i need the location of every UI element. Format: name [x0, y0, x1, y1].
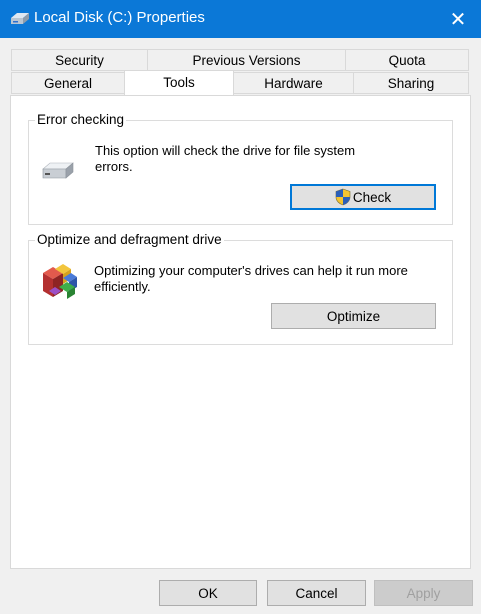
optimize-description: Optimizing your computer's drives can he… [94, 263, 408, 294]
uac-shield-icon [335, 188, 351, 206]
tab-general[interactable]: General [11, 72, 125, 94]
check-button-label: Check [352, 189, 392, 205]
hard-drive-icon [41, 161, 75, 184]
error-checking-description: This option will check the drive for fil… [95, 143, 356, 174]
optimize-button[interactable]: Optimize [271, 303, 436, 329]
optimize-title: Optimize and defragment drive [35, 232, 224, 247]
defrag-icon [41, 261, 79, 304]
tools-panel: Error checking This option will check th… [10, 95, 471, 569]
ok-button[interactable]: OK [159, 580, 257, 606]
tab-previous-versions[interactable]: Previous Versions [147, 49, 346, 71]
check-button[interactable]: Check [290, 184, 436, 210]
error-checking-title: Error checking [35, 112, 127, 127]
close-icon[interactable]: ✕ [435, 0, 481, 38]
apply-button[interactable]: Apply [374, 580, 473, 606]
tab-security[interactable]: Security [11, 49, 148, 71]
window-title: Local Disk (C:) Properties [34, 9, 205, 26]
drive-icon [10, 12, 30, 29]
title-bar[interactable]: Local Disk (C:) Properties ✕ [0, 0, 481, 38]
optimize-group: Optimize and defragment drive Optimizing… [28, 232, 453, 345]
tab-hardware[interactable]: Hardware [233, 72, 354, 94]
tab-tools[interactable]: Tools [124, 70, 234, 95]
error-checking-group: Error checking This option will check th… [28, 112, 453, 225]
tab-quota[interactable]: Quota [345, 49, 469, 71]
cancel-button[interactable]: Cancel [267, 580, 366, 606]
tab-sharing[interactable]: Sharing [353, 72, 469, 94]
